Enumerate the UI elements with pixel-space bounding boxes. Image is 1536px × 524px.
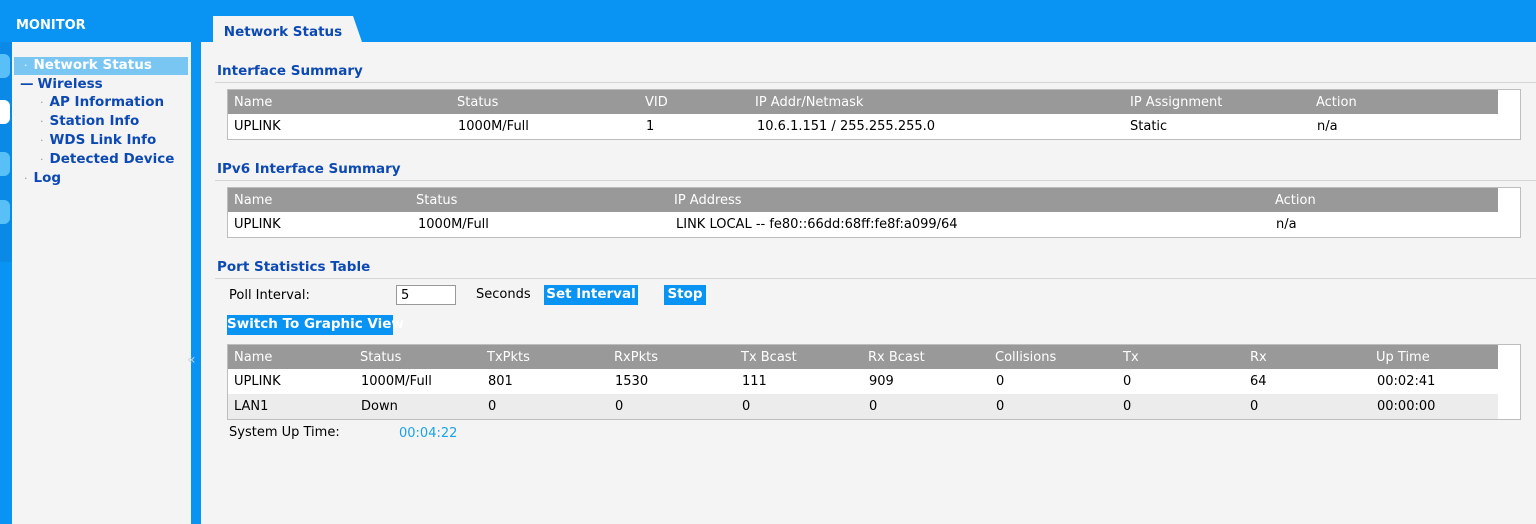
seconds-label: Seconds (476, 287, 531, 302)
tab-corner (353, 16, 362, 42)
column-header: Tx Bcast (741, 350, 797, 365)
sidebar-item-network-status[interactable]: · Network Status (14, 57, 188, 75)
column-header: Status (457, 95, 499, 110)
table-header: Name Status TxPkts RxPkts Tx Bcast Rx Bc… (228, 345, 1498, 369)
bullet-icon: · (40, 134, 44, 147)
system-up-time-label: System Up Time: (229, 425, 340, 440)
cell: 111 (742, 374, 767, 389)
cell: UPLINK (234, 374, 281, 389)
column-header: IP Assignment (1130, 95, 1223, 110)
interface-summary-title: Interface Summary (217, 63, 363, 79)
cell: LAN1 (234, 399, 269, 414)
column-header: Status (360, 350, 402, 365)
cell: UPLINK (234, 217, 281, 232)
cell: n/a (1317, 119, 1338, 134)
cell: 0 (1123, 399, 1132, 414)
table-header: Name Status VID IP Addr/Netmask IP Assig… (228, 90, 1498, 114)
sidebar-item-station-info[interactable]: · Station Info (40, 113, 139, 129)
settings-icon[interactable] (0, 152, 10, 176)
cell: 909 (869, 374, 894, 389)
tab-network-status[interactable]: Network Status (213, 16, 353, 42)
system-up-time-value: 00:04:22 (399, 426, 458, 441)
table-row: UPLINK 1000M/Full LINK LOCAL -- fe80::66… (228, 212, 1498, 237)
column-header: IP Address (674, 193, 742, 208)
menu-title: MONITOR (16, 18, 86, 33)
cell: 0 (488, 399, 497, 414)
dashboard-icon[interactable] (0, 54, 10, 78)
poll-interval-label: Poll Interval: (229, 288, 310, 303)
cell: 1000M/Full (418, 217, 489, 232)
cell: 0 (742, 399, 751, 414)
bullet-icon: · (40, 96, 44, 109)
cell: 0 (869, 399, 878, 414)
cell: 0 (996, 399, 1005, 414)
table-header: Name Status IP Address Action (228, 188, 1498, 212)
section-divider (215, 278, 1536, 279)
column-header: VID (645, 95, 668, 110)
column-header: Status (416, 193, 458, 208)
port-statistics-table: Name Status TxPkts RxPkts Tx Bcast Rx Bc… (227, 344, 1521, 420)
interface-summary-table: Name Status VID IP Addr/Netmask IP Assig… (227, 89, 1521, 140)
column-header: IP Addr/Netmask (755, 95, 864, 110)
sidebar-item-ap-information[interactable]: · AP Information (40, 94, 164, 110)
section-divider (215, 180, 1536, 181)
column-header: Up Time (1376, 350, 1430, 365)
menu-panel: · Network Status — Wireless · AP Informatio… (12, 42, 191, 524)
set-interval-button[interactable]: Set Interval (544, 285, 638, 305)
column-header: Collisions (995, 350, 1057, 365)
cell: 0 (1123, 374, 1132, 389)
bullet-icon: · (40, 115, 44, 128)
cell: UPLINK (234, 119, 281, 134)
left-navigation: MONITOR · Network Status — Wireless · AP In… (0, 0, 201, 524)
collapse-sidebar-handle[interactable]: « (187, 352, 197, 378)
cell: 0 (615, 399, 624, 414)
sidebar-item-wireless[interactable]: — Wireless (20, 76, 103, 92)
cell: 1000M/Full (361, 374, 432, 389)
column-header: Name (234, 350, 273, 365)
cell: 00:02:41 (1377, 374, 1436, 389)
column-header: Rx (1250, 350, 1267, 365)
column-header: RxPkts (614, 350, 658, 365)
cell: 1 (646, 119, 655, 134)
cell: 00:00:00 (1377, 399, 1436, 414)
cell: 0 (1250, 399, 1259, 414)
column-header: Name (234, 95, 273, 110)
section-divider (215, 82, 1536, 83)
cell: 10.6.1.151 / 255.255.255.0 (757, 119, 936, 134)
table-row: LAN1 Down 0 0 0 0 0 0 0 00:00:00 (228, 394, 1498, 419)
table-row: UPLINK 1000M/Full 1 10.6.1.151 / 255.255… (228, 114, 1498, 139)
switch-to-graphic-view-button[interactable]: Switch To Graphic View (227, 315, 404, 335)
column-header: Action (1316, 95, 1357, 110)
bullet-icon: · (40, 153, 44, 166)
bullet-icon: · (24, 172, 28, 185)
ipv6-summary-title: IPv6 Interface Summary (217, 161, 401, 177)
cell: 801 (488, 374, 513, 389)
stop-button[interactable]: Stop (664, 285, 706, 305)
column-header: Action (1275, 193, 1316, 208)
column-header: Rx Bcast (868, 350, 925, 365)
icon-strip (0, 42, 12, 262)
cell: 1000M/Full (458, 119, 529, 134)
cell: 1530 (615, 374, 649, 389)
cell: LINK LOCAL -- fe80::66dd:68ff:fe8f:a099/… (676, 217, 958, 232)
table-row: UPLINK 1000M/Full 801 1530 111 909 0 0 6… (228, 369, 1498, 394)
sidebar-item-wds-link-info[interactable]: · WDS Link Info (40, 132, 156, 148)
poll-interval-input[interactable] (396, 285, 456, 305)
cell: 64 (1250, 374, 1267, 389)
tools-icon[interactable] (0, 200, 10, 224)
monitor-icon[interactable] (0, 100, 10, 124)
column-header: TxPkts (487, 350, 530, 365)
column-header: Tx (1123, 350, 1139, 365)
collapse-icon: — (20, 76, 34, 92)
bullet-icon: · (24, 59, 28, 72)
ipv6-summary-table: Name Status IP Address Action UPLINK 100… (227, 187, 1521, 238)
cell: n/a (1276, 217, 1297, 232)
cell: 0 (996, 374, 1005, 389)
sidebar-item-log[interactable]: · Log (24, 170, 61, 186)
sidebar-item-detected-device[interactable]: · Detected Device (40, 151, 174, 167)
cell: Down (361, 399, 398, 414)
column-header: Name (234, 193, 273, 208)
port-stats-title: Port Statistics Table (217, 259, 371, 275)
cell: Static (1130, 119, 1168, 134)
